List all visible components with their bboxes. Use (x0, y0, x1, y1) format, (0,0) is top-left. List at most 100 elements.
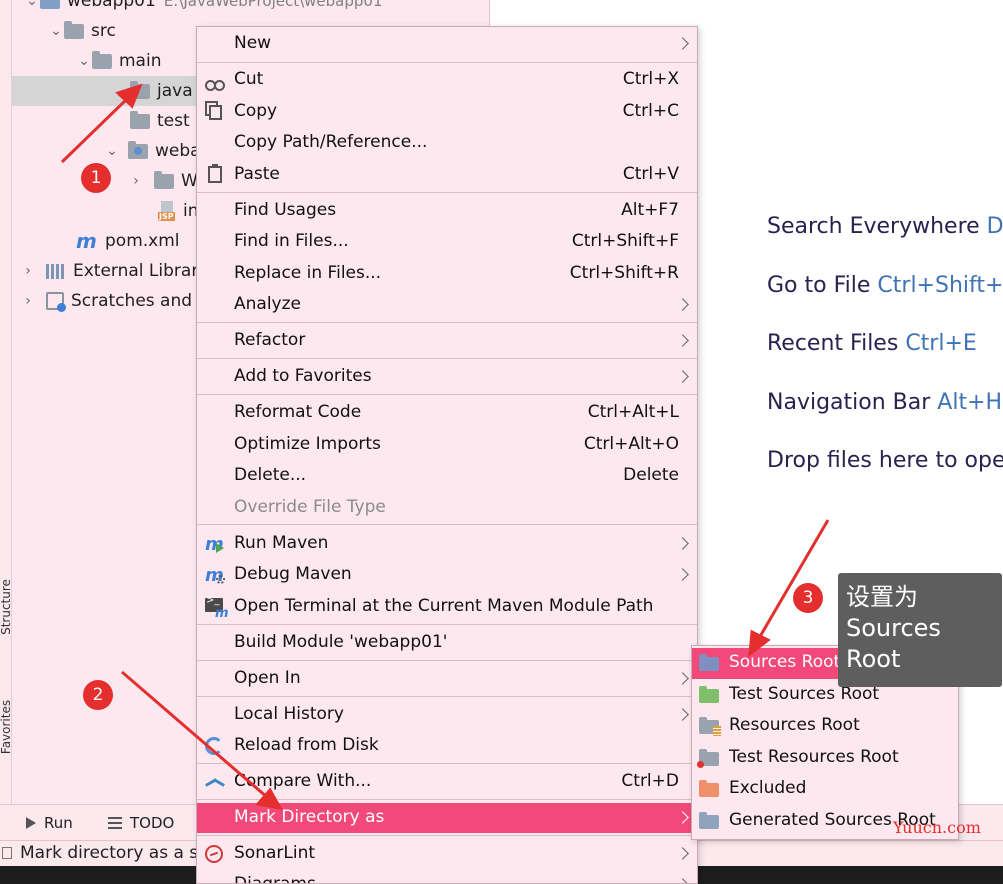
tree-item-label: pom.xml (105, 231, 180, 251)
menu-separator (197, 524, 697, 525)
menu-separator (197, 660, 697, 661)
excluded-folder-icon (699, 780, 719, 797)
tree-item-label: weba (155, 141, 201, 161)
left-tool-strip: Structure Favorites (0, 0, 13, 804)
menu-item-replace-in-files[interactable]: Replace in Files... Ctrl+Shift+R (197, 259, 697, 289)
menu-separator (197, 358, 697, 359)
menu-item-copy-path[interactable]: Copy Path/Reference... (197, 128, 697, 158)
chevron-down-icon[interactable]: ⌄ (104, 143, 120, 159)
menu-separator (197, 394, 697, 395)
chevron-right-icon (676, 811, 689, 824)
menu-item-find-in-files[interactable]: Find in Files... Ctrl+Shift+F (197, 227, 697, 257)
menu-item-open-terminal[interactable]: m Open Terminal at the Current Maven Mod… (197, 592, 697, 622)
menu-item-override-file-type: Override File Type (234, 497, 386, 517)
chevron-right-icon (676, 37, 689, 50)
menu-item-mark-directory-as[interactable]: Mark Directory as (197, 803, 697, 833)
submenu-item-test-resources-root[interactable]: Test Resources Root (692, 743, 958, 774)
submenu-item-resources-root[interactable]: Resources Root (692, 711, 958, 742)
module-path: E:\JavaWebProject\webapp01 (163, 0, 383, 10)
menu-item-open-in[interactable]: Open In (197, 664, 697, 694)
watermark: Yuucn.com (893, 818, 981, 837)
sonarlint-icon (205, 845, 223, 863)
menu-separator (197, 835, 697, 836)
module-folder-icon (40, 0, 60, 9)
chevron-down-icon[interactable]: ⌄ (76, 53, 92, 69)
chevron-right-icon (676, 878, 689, 883)
chevron-right-icon (676, 847, 689, 860)
menu-item-paste[interactable]: Paste Ctrl+V (197, 160, 697, 190)
tree-item-label: test (157, 111, 190, 131)
menu-item-analyze[interactable]: Analyze (197, 290, 697, 320)
chevron-right-icon (676, 370, 689, 383)
web-folder-icon (128, 140, 148, 159)
welcome-navigation-bar: Navigation Bar Alt+H (767, 390, 1003, 415)
chevron-right-icon[interactable]: › (128, 173, 144, 189)
folder-icon (130, 80, 150, 99)
compare-icon (205, 773, 225, 793)
menu-separator (197, 62, 697, 63)
menu-item-add-to-favorites[interactable]: Add to Favorites (197, 362, 697, 392)
tree-item-label: src (91, 21, 116, 41)
jsp-file-icon (158, 201, 176, 221)
tree-item-webapp01[interactable]: ⌄ webapp01 E:\JavaWebProject\webapp01 (12, 0, 489, 16)
menu-separator (197, 763, 697, 764)
step-badge-3: 3 (793, 583, 823, 613)
menu-item-diagrams[interactable]: Diagrams (197, 870, 697, 883)
annotation-tooltip: 设置为 Sources Root (838, 573, 1002, 687)
todo-tab[interactable]: TODO (108, 814, 174, 832)
tree-item-label: External Librar (73, 261, 199, 281)
scratches-icon (46, 292, 66, 312)
sources-root-folder-icon (699, 654, 719, 671)
menu-item-local-history[interactable]: Local History (197, 700, 697, 730)
tree-item-label: java (157, 81, 193, 101)
terminal-icon: m (205, 595, 229, 621)
menu-item-delete[interactable]: Delete... Delete (197, 461, 697, 491)
step-badge-1: 1 (81, 163, 111, 193)
chevron-right-icon (676, 568, 689, 581)
list-icon (108, 817, 122, 829)
submenu-item-excluded[interactable]: Excluded (692, 774, 958, 805)
tree-item-label: webapp01 (67, 0, 156, 11)
tree-item-label: main (119, 51, 162, 71)
welcome-search-everywhere: Search Everywhere Do (767, 214, 1003, 239)
menu-item-compare-with[interactable]: Compare With... Ctrl+D (197, 767, 697, 797)
menu-separator (197, 192, 697, 193)
run-tab[interactable]: Run (26, 814, 73, 832)
chevron-right-icon (676, 334, 689, 347)
reload-icon (205, 737, 223, 755)
chevron-down-icon[interactable]: ⌄ (48, 23, 64, 39)
menu-item-debug-maven[interactable]: m Debug Maven (197, 560, 697, 590)
status-icon (2, 847, 12, 859)
folder-icon (154, 170, 174, 189)
folder-icon (64, 20, 84, 39)
folder-icon (130, 110, 150, 129)
menu-item-cut[interactable]: Cut Ctrl+X (197, 65, 697, 95)
welcome-recent-files: Recent Files Ctrl+E (767, 331, 977, 356)
menu-item-sonarlint[interactable]: SonarLint (197, 839, 697, 869)
step-badge-2: 2 (83, 680, 113, 710)
context-menu: New Cut Ctrl+X Copy Ctrl+C Copy Path/Refer… (196, 26, 698, 884)
folder-icon (92, 50, 112, 69)
clipboard-icon (208, 164, 222, 183)
menu-item-reload-from-disk[interactable]: Reload from Disk (197, 731, 697, 761)
chevron-down-icon[interactable]: ⌄ (24, 0, 40, 9)
status-text: Mark directory as a so (20, 843, 209, 863)
resources-folder-icon (699, 717, 721, 736)
menu-item-optimize-imports[interactable]: Optimize Imports Ctrl+Alt+O (197, 430, 697, 460)
menu-item-find-usages[interactable]: Find Usages Alt+F7 (197, 196, 697, 226)
menu-item-run-maven[interactable]: m Run Maven (197, 529, 697, 559)
test-resources-folder-icon (697, 749, 719, 768)
generated-sources-folder-icon (699, 812, 719, 829)
chevron-right-icon[interactable]: › (20, 263, 36, 279)
menu-item-new[interactable]: New (197, 29, 697, 59)
menu-item-copy[interactable]: Copy Ctrl+C (197, 97, 697, 127)
chevron-right-icon (676, 708, 689, 721)
library-icon (46, 263, 66, 279)
menu-item-refactor[interactable]: Refactor (197, 326, 697, 356)
menu-item-build-module[interactable]: Build Module 'webapp01' (197, 628, 697, 658)
maven-run-icon: m (205, 534, 224, 555)
chevron-right-icon (676, 672, 689, 685)
chevron-right-icon[interactable]: › (20, 293, 36, 309)
menu-item-reformat-code[interactable]: Reformat Code Ctrl+Alt+L (197, 398, 697, 428)
welcome-drop-files: Drop files here to ope (767, 448, 1003, 473)
